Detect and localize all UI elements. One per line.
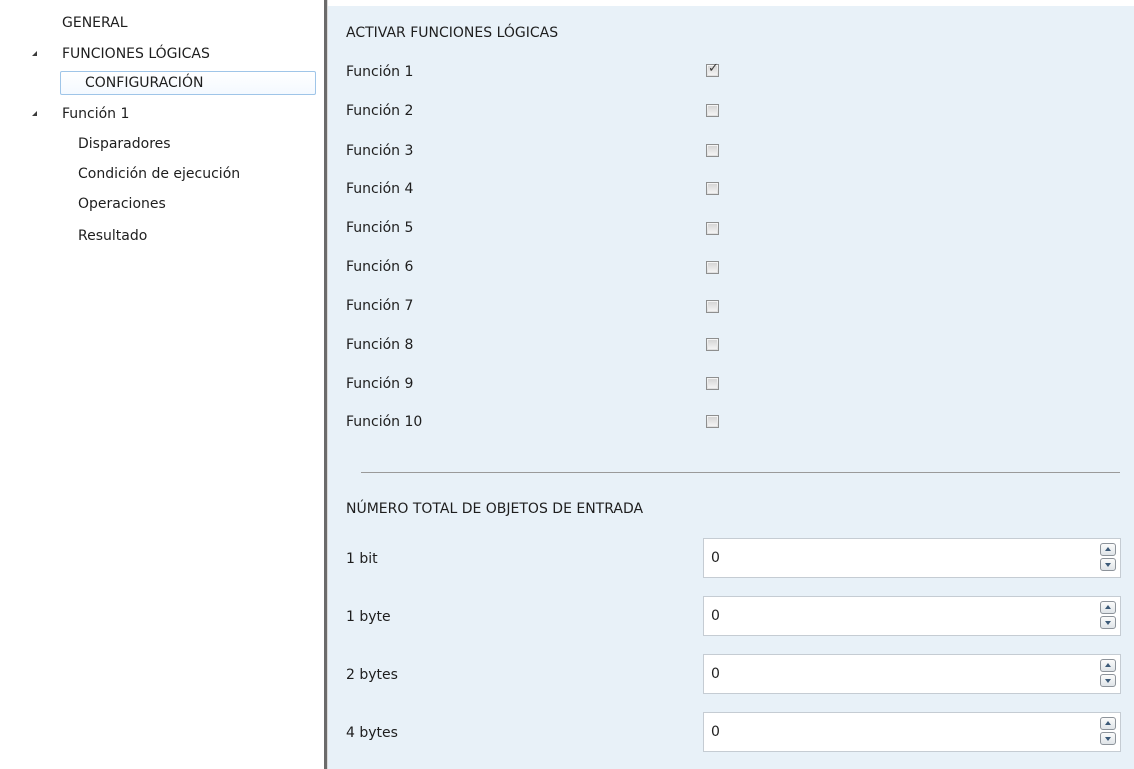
arrow-up-icon [1105, 605, 1111, 609]
function-label: Función 5 [346, 220, 414, 236]
decrement-button[interactable] [1100, 674, 1116, 687]
4-bytes-spinner[interactable]: 0 [703, 712, 1121, 752]
increment-button[interactable] [1100, 659, 1116, 672]
function-4-checkbox[interactable] [706, 182, 719, 195]
function-3-checkbox[interactable] [706, 144, 719, 157]
function-label: Función 6 [346, 259, 414, 275]
function-5-checkbox[interactable] [706, 222, 719, 235]
spinner-value[interactable]: 0 [711, 550, 720, 566]
input-label: 1 byte [346, 609, 391, 625]
sidebar-item-label: Disparadores [78, 136, 171, 152]
expand-arrow-icon[interactable] [32, 111, 37, 116]
arrow-up-icon [1105, 721, 1111, 725]
increment-button[interactable] [1100, 717, 1116, 730]
decrement-button[interactable] [1100, 616, 1116, 629]
function-label: Función 10 [346, 414, 423, 430]
arrow-down-icon [1105, 621, 1111, 625]
sidebar-tree: GENERAL FUNCIONES LÓGICAS CONFIGURACIÓN … [0, 0, 322, 769]
sidebar-item-condicion-de-ejecucion[interactable]: Condición de ejecución [78, 163, 240, 185]
1-bit-spinner[interactable]: 0 [703, 538, 1121, 578]
sidebar-item-label: GENERAL [62, 15, 128, 31]
function-9-checkbox[interactable] [706, 377, 719, 390]
decrement-button[interactable] [1100, 558, 1116, 571]
input-label: 1 bit [346, 551, 378, 567]
function-2-checkbox[interactable] [706, 104, 719, 117]
sidebar-item-label: CONFIGURACIÓN [85, 75, 204, 91]
input-label: 2 bytes [346, 667, 398, 683]
function-6-checkbox[interactable] [706, 261, 719, 274]
arrow-up-icon [1105, 547, 1111, 551]
sidebar-item-label: Operaciones [78, 196, 166, 212]
1-byte-spinner[interactable]: 0 [703, 596, 1121, 636]
spinner-value[interactable]: 0 [711, 608, 720, 624]
sidebar-item-configuracion[interactable]: CONFIGURACIÓN [60, 71, 316, 95]
sidebar-item-label: Condición de ejecución [78, 166, 241, 182]
function-label: Función 8 [346, 337, 414, 353]
function-8-checkbox[interactable] [706, 338, 719, 351]
sidebar-item-label: Resultado [78, 228, 148, 244]
sidebar-item-general[interactable]: GENERAL [62, 12, 128, 34]
function-10-checkbox[interactable] [706, 415, 719, 428]
section-title-objetos: NÚMERO TOTAL DE OBJETOS DE ENTRADA [346, 501, 644, 517]
settings-panel: ACTIVAR FUNCIONES LÓGICAS Función 1 ✓ Fu… [328, 6, 1134, 769]
sidebar-item-disparadores[interactable]: Disparadores [78, 133, 171, 155]
section-divider [361, 472, 1120, 473]
function-label: Función 7 [346, 298, 414, 314]
increment-button[interactable] [1100, 601, 1116, 614]
check-mark-icon: ✓ [708, 61, 719, 76]
decrement-button[interactable] [1100, 732, 1116, 745]
spinner-value[interactable]: 0 [711, 724, 720, 740]
2-bytes-spinner[interactable]: 0 [703, 654, 1121, 694]
sidebar-item-funcion-1[interactable]: Función 1 [32, 103, 130, 125]
function-7-checkbox[interactable] [706, 300, 719, 313]
sidebar-item-label: FUNCIONES LÓGICAS [62, 46, 210, 62]
sidebar-item-funciones-logicas[interactable]: FUNCIONES LÓGICAS [32, 43, 210, 65]
input-label: 4 bytes [346, 725, 398, 741]
function-label: Función 3 [346, 143, 414, 159]
arrow-down-icon [1105, 737, 1111, 741]
arrow-up-icon [1105, 663, 1111, 667]
sidebar-item-label: Función 1 [62, 106, 130, 122]
function-1-checkbox[interactable]: ✓ [706, 61, 719, 77]
increment-button[interactable] [1100, 543, 1116, 556]
section-title-activar: ACTIVAR FUNCIONES LÓGICAS [346, 25, 559, 41]
function-label: Función 2 [346, 103, 414, 119]
sidebar-item-resultado[interactable]: Resultado [78, 225, 147, 247]
expand-arrow-icon[interactable] [32, 51, 37, 56]
sidebar-item-operaciones[interactable]: Operaciones [78, 193, 166, 215]
arrow-down-icon [1105, 679, 1111, 683]
arrow-down-icon [1105, 563, 1111, 567]
function-label: Función 1 [346, 64, 414, 80]
spinner-value[interactable]: 0 [711, 666, 720, 682]
function-label: Función 4 [346, 181, 414, 197]
function-label: Función 9 [346, 376, 414, 392]
